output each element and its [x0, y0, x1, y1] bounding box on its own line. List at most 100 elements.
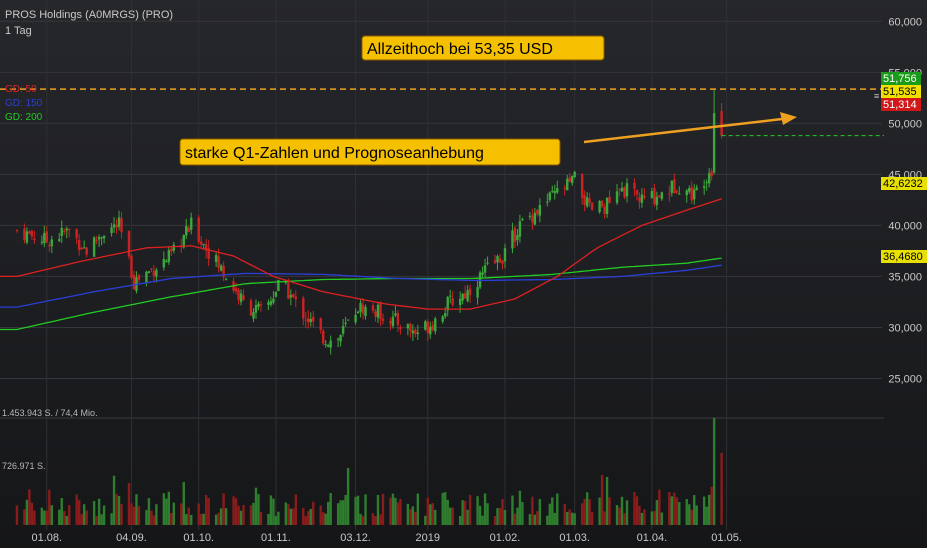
volume-bar [463, 500, 467, 525]
volume-bar [379, 514, 382, 525]
volume-bar [608, 497, 611, 525]
candle-body [43, 232, 46, 244]
volume-bar [571, 512, 574, 525]
candle-body [618, 188, 621, 190]
candle-body [137, 275, 141, 280]
volume-bar [165, 498, 168, 525]
candle-body [620, 187, 624, 192]
candle-body [655, 196, 659, 206]
volume-bar [162, 493, 166, 525]
candle-body [538, 204, 542, 216]
volume-bar [618, 507, 621, 525]
candle-body [339, 335, 342, 342]
volume-bar [702, 496, 706, 525]
volume-bar [588, 499, 591, 525]
volume-bar [249, 505, 253, 525]
volume-bar [77, 500, 81, 525]
volume-bar [324, 513, 327, 525]
volume-bar [563, 504, 566, 525]
candle-body [658, 195, 661, 198]
volume-bar [399, 498, 402, 525]
volume-bar [63, 510, 66, 525]
candle-body [341, 326, 345, 334]
volume-bar [518, 490, 522, 525]
candle-body [219, 265, 223, 271]
candle-body [58, 238, 61, 242]
volume-bar [498, 507, 502, 525]
volume-bar [553, 512, 556, 525]
volume-bar [573, 513, 576, 525]
candle-body [493, 260, 497, 264]
volume-bar [319, 505, 322, 525]
candle-body [426, 321, 429, 334]
candle-body [162, 259, 166, 268]
volume-bar [58, 509, 61, 525]
candle-body [585, 197, 589, 207]
candle-body [147, 271, 151, 273]
candle-body [214, 255, 218, 262]
volume-bar [182, 482, 185, 525]
candle-body [48, 245, 51, 247]
candle-body [190, 217, 193, 230]
volume-bar [82, 504, 86, 525]
candle-body [252, 312, 255, 319]
candle-body [458, 298, 462, 305]
volume-bar [653, 511, 656, 525]
candle-body [272, 298, 275, 303]
candle-body [638, 197, 641, 202]
candle-body [75, 229, 78, 238]
volume-bar [354, 496, 357, 525]
candle-body [30, 230, 34, 237]
candle-body [224, 278, 228, 280]
candle-body [152, 271, 156, 276]
candle-body [720, 111, 723, 136]
volume-bar [95, 515, 98, 525]
x-tick-label: 2019 [416, 532, 440, 544]
price-tag-text: 42,6232 [883, 178, 923, 190]
candle-body [63, 230, 66, 232]
candle-body [483, 265, 487, 273]
candle-body [185, 226, 188, 236]
candle-body [533, 212, 537, 225]
volume-bar [267, 513, 270, 525]
candle-body [536, 210, 539, 215]
volume-label-max: 1.453.943 S. / 74,4 Mio. [2, 408, 98, 418]
volume-bar [40, 507, 44, 525]
volume-bar [650, 511, 654, 525]
volume-bar [237, 505, 240, 525]
candle-body [466, 290, 469, 302]
volume-bar [92, 501, 96, 525]
candle-body [705, 182, 708, 184]
candle-body [379, 301, 382, 320]
volume-bar [130, 503, 133, 525]
candle-body [553, 191, 556, 194]
volume-bar [48, 489, 51, 525]
volume-bar [294, 494, 298, 525]
candle-body [660, 192, 664, 200]
candle-body [633, 182, 636, 189]
candle-body [45, 231, 49, 243]
volume-bar [548, 503, 551, 525]
volume-bar [451, 507, 454, 525]
candle-body [257, 303, 260, 307]
candle-body [675, 190, 678, 193]
candle-body [670, 180, 674, 193]
candle-body [23, 228, 26, 240]
volume-bar [346, 468, 350, 525]
candle-body [625, 183, 629, 197]
candle-body [329, 340, 332, 348]
volume-bar [65, 515, 68, 525]
candle-body [354, 314, 357, 323]
candle-body [518, 221, 522, 237]
candle-body [551, 190, 554, 192]
volume-bar [695, 505, 698, 525]
volume-bar [120, 503, 123, 525]
candle-body [389, 320, 392, 324]
candle-body [361, 305, 365, 314]
volume-bar [668, 492, 671, 525]
volume-bar [658, 489, 661, 525]
candle-body [441, 316, 444, 322]
candle-body [302, 298, 305, 319]
stock-chart[interactable]: 25,00030,00035,00040,00045,00050,00055,0… [0, 0, 927, 548]
candle-body [702, 186, 706, 188]
